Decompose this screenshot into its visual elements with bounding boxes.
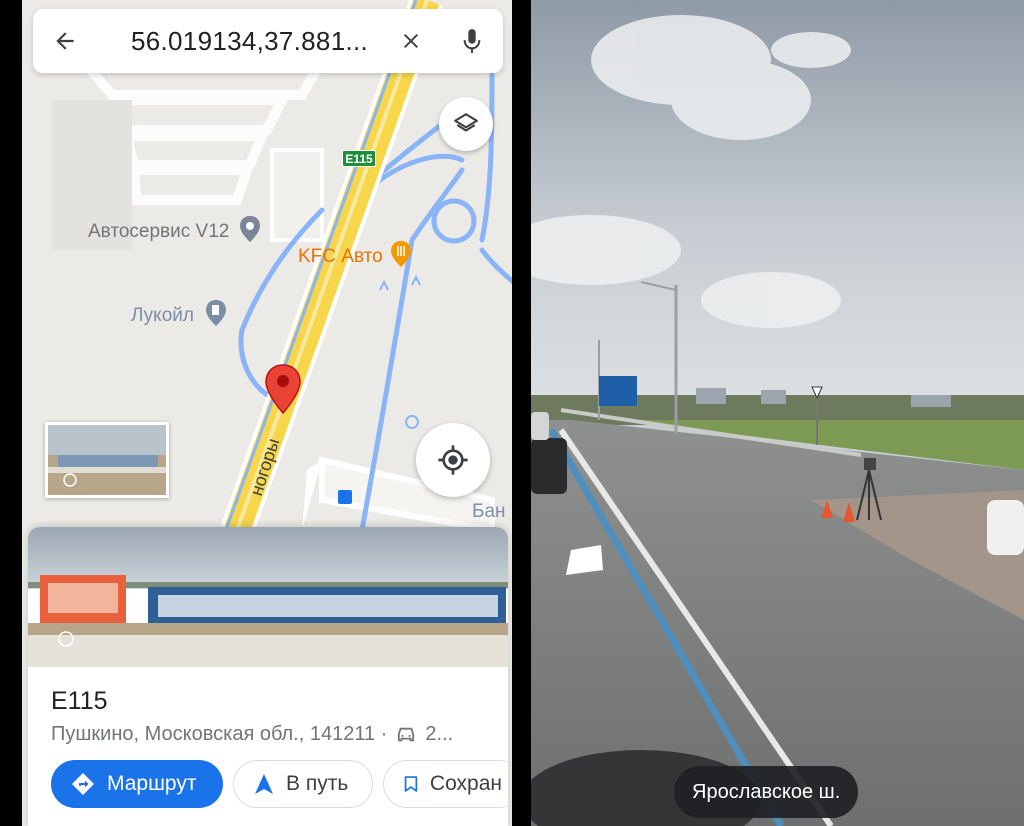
- place-photo[interactable]: [28, 527, 508, 667]
- poi-pin-icon: [239, 216, 260, 242]
- close-icon: [404, 34, 418, 48]
- street-view-scene[interactable]: [531, 0, 1024, 826]
- poi-kfc-text: KFC Авто: [298, 246, 383, 267]
- poi-label-lukoil[interactable]: Лукойл: [131, 299, 227, 327]
- screen: E115 Автосервис V12 KFC Авто Лукойл ного…: [0, 0, 1024, 826]
- place-bottom-sheet[interactable]: E115 Пушкино, Московская обл., 141211 · …: [28, 527, 508, 826]
- street-view-panel[interactable]: Ярославское ш.: [531, 0, 1024, 826]
- search-bar[interactable]: 56.019134,37.881...: [33, 9, 503, 73]
- directions-icon: [72, 773, 94, 795]
- place-title: E115: [51, 687, 108, 715]
- car-icon: [398, 727, 415, 741]
- voice-search-button[interactable]: [441, 9, 503, 73]
- bookmark-icon: [404, 776, 418, 792]
- start-button[interactable]: В путь: [233, 760, 373, 808]
- restaurant-icon: [390, 241, 411, 267]
- street-view-caption[interactable]: Ярославское ш.: [674, 766, 859, 818]
- start-label: В путь: [286, 772, 349, 795]
- save-button[interactable]: Сохран: [383, 760, 508, 808]
- street-view-thumbnail-image: [48, 425, 166, 495]
- search-query[interactable]: 56.019134,37.881...: [97, 26, 381, 57]
- arrow-back-icon: [56, 32, 74, 50]
- mic-icon: [463, 29, 481, 53]
- place-photo-image: [28, 527, 508, 667]
- location-pin[interactable]: [263, 363, 303, 415]
- street-view-thumbnail[interactable]: [45, 422, 169, 498]
- poi-label-bank[interactable]: Бан: [472, 501, 506, 523]
- poi-label-kfc[interactable]: KFC Авто: [298, 240, 412, 268]
- layers-button[interactable]: [439, 97, 493, 151]
- layers-icon: [454, 113, 478, 132]
- navigation-arrow-icon: [255, 774, 273, 794]
- save-label: Сохран: [429, 772, 502, 795]
- my-location-button[interactable]: [416, 423, 490, 497]
- back-button[interactable]: [33, 9, 97, 73]
- poi-lukoil-text: Лукойл: [131, 305, 194, 326]
- clear-search-button[interactable]: [381, 9, 441, 73]
- road-shield-e115: E115: [342, 150, 376, 167]
- map-panel[interactable]: E115 Автосервис V12 KFC Авто Лукойл ного…: [22, 0, 512, 826]
- place-address: Пушкино, Московская обл., 141211 ·: [51, 723, 388, 745]
- directions-label: Маршрут: [107, 772, 197, 795]
- drive-time: 2...: [425, 723, 454, 745]
- poi-autoservice-text: Автосервис V12: [88, 221, 230, 242]
- map-pin-icon: [265, 364, 301, 415]
- directions-button[interactable]: Маршрут: [51, 760, 223, 808]
- place-address-row: Пушкино, Московская обл., 141211 · 2...: [51, 723, 453, 746]
- poi-label-autoservice[interactable]: Автосервис V12: [88, 215, 261, 243]
- place-actions: Маршрут В путь Сохран: [51, 760, 508, 808]
- gas-station-icon: [206, 300, 227, 326]
- my-location-icon: [438, 445, 468, 475]
